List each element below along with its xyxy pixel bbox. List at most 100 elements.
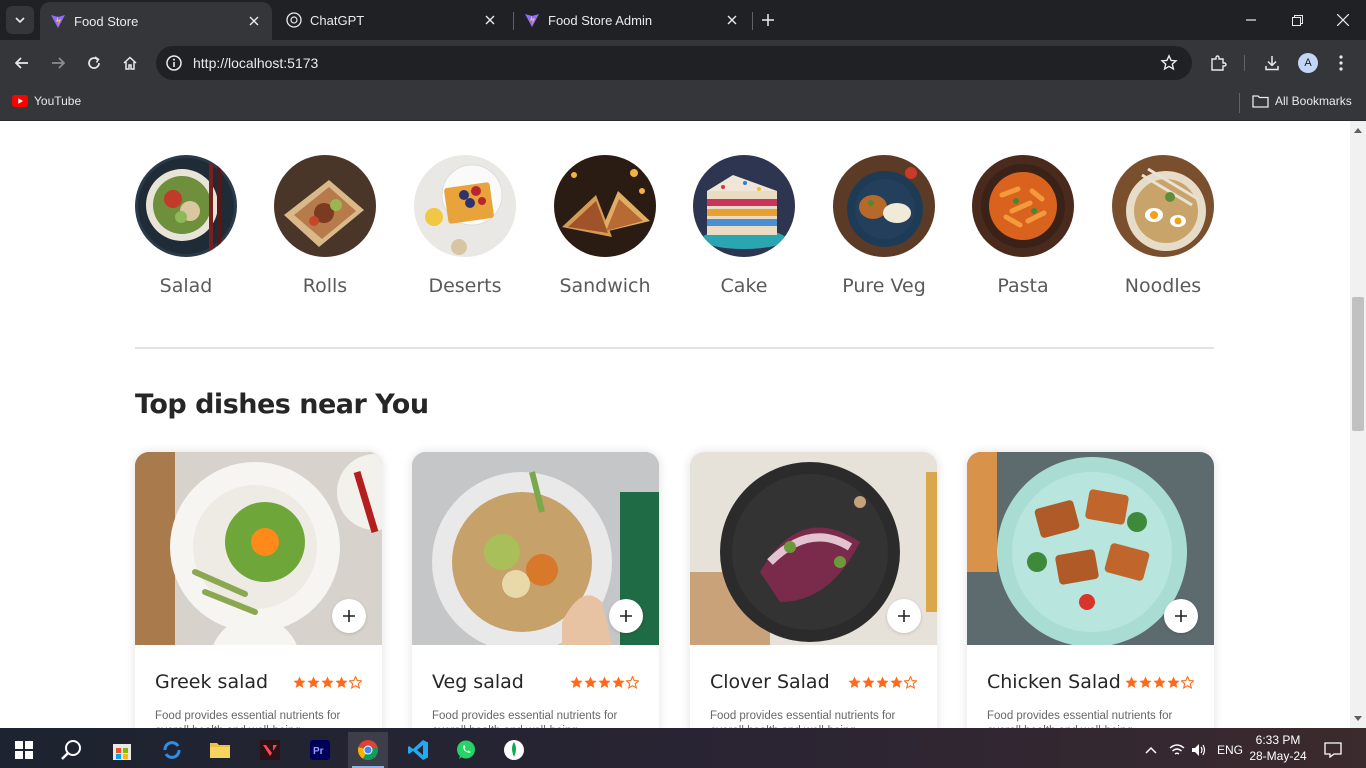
category-image	[833, 155, 935, 257]
add-to-cart-button[interactable]	[609, 599, 643, 633]
category-cake[interactable]: Cake	[693, 155, 795, 297]
category-pure-veg[interactable]: Pure Veg	[833, 155, 935, 297]
vscode-icon	[408, 740, 428, 760]
tab-search-button[interactable]	[6, 6, 34, 34]
star-filled-icon	[307, 676, 320, 688]
chatgpt-icon	[286, 12, 302, 28]
category-deserts[interactable]: Deserts	[414, 155, 516, 297]
minimize-button[interactable]	[1228, 0, 1274, 40]
tab-food-store[interactable]: Food Store	[40, 2, 272, 40]
close-icon[interactable]	[246, 13, 262, 29]
windows-logo-icon	[15, 741, 33, 759]
category-rolls[interactable]: Rolls	[274, 155, 376, 297]
add-to-cart-button[interactable]	[887, 599, 921, 633]
taskbar-clock[interactable]: 6:33 PM 28-May-24	[1248, 732, 1308, 764]
category-name: Pasta	[997, 275, 1049, 297]
taskbar-search-button[interactable]	[52, 732, 92, 768]
taskbar-whatsapp[interactable]	[446, 732, 486, 768]
page-viewport: Salad Rolls Deserts Sandwich Cake Pure V…	[0, 121, 1350, 728]
bookmark-youtube[interactable]: YouTube	[12, 94, 81, 108]
category-sandwich[interactable]: Sandwich	[554, 155, 656, 297]
taskbar-vscode[interactable]	[398, 732, 438, 768]
category-pasta[interactable]: Pasta	[972, 155, 1074, 297]
new-tab-button[interactable]	[758, 10, 778, 30]
wifi-icon	[1169, 744, 1185, 755]
reload-button[interactable]	[82, 51, 106, 75]
dish-card-veg-salad[interactable]: Veg salad Food provides essential nutrie…	[412, 452, 659, 728]
dish-card-clover-salad[interactable]: Clover Salad Food provides essential nut…	[690, 452, 937, 728]
download-icon	[1265, 56, 1279, 71]
site-info-icon[interactable]	[165, 54, 183, 72]
dish-card-greek-salad[interactable]: Greek salad Food provides essential nutr…	[135, 452, 382, 728]
add-to-cart-button[interactable]	[1164, 599, 1198, 633]
taskbar-file-explorer[interactable]	[200, 732, 240, 768]
tab-food-store-admin[interactable]: Food Store Admin	[514, 0, 750, 40]
star-filled-icon	[293, 676, 306, 688]
toolbar-separator	[1244, 55, 1245, 71]
taskbar-sync[interactable]	[152, 732, 192, 768]
forward-button[interactable]	[46, 51, 70, 75]
close-icon[interactable]	[482, 12, 498, 28]
category-salad[interactable]: Salad	[135, 155, 237, 297]
category-noodles[interactable]: Noodles	[1112, 155, 1214, 297]
close-window-button[interactable]	[1320, 0, 1366, 40]
plus-icon	[762, 14, 774, 26]
star-filled-icon	[1167, 676, 1180, 688]
tab-chatgpt[interactable]: ChatGPT	[276, 0, 508, 40]
extensions-button[interactable]	[1207, 52, 1229, 74]
language-label: ENG	[1216, 743, 1243, 757]
network-button[interactable]	[1166, 732, 1188, 768]
volume-button[interactable]	[1188, 732, 1210, 768]
star-filled-icon	[612, 676, 625, 688]
dish-description: Food provides essential nutrients for ov…	[432, 710, 618, 728]
notification-icon	[1324, 742, 1342, 758]
scroll-up-icon[interactable]	[1353, 125, 1363, 135]
browser-menu-button[interactable]	[1330, 52, 1352, 74]
downloads-button[interactable]	[1261, 52, 1283, 74]
star-filled-icon	[848, 676, 861, 688]
dish-name: Chicken Salad	[987, 671, 1121, 693]
notifications-button[interactable]	[1318, 732, 1348, 768]
taskbar-valorant[interactable]	[250, 732, 290, 768]
plus-icon	[1175, 610, 1187, 622]
svg-text:Pr: Pr	[313, 746, 324, 757]
star-empty-icon	[349, 675, 362, 689]
category-name: Noodles	[1124, 275, 1202, 297]
scrollbar-thumb[interactable]	[1352, 297, 1364, 431]
taskbar-chrome[interactable]	[348, 732, 388, 768]
close-icon	[1337, 14, 1349, 26]
search-icon	[61, 740, 81, 760]
all-bookmarks-button[interactable]: All Bookmarks	[1252, 94, 1352, 108]
clock-time: 6:33 PM	[1255, 733, 1301, 747]
url-text[interactable]: http://localhost:5173	[193, 55, 318, 71]
star-filled-icon	[890, 676, 903, 688]
home-button[interactable]	[118, 51, 142, 75]
add-to-cart-button[interactable]	[332, 599, 366, 633]
taskbar-premiere-pro[interactable]: Pr	[300, 732, 340, 768]
address-bar[interactable]: http://localhost:5173	[156, 46, 1192, 80]
category-name: Sandwich	[559, 275, 651, 297]
dish-description: Food provides essential nutrients for ov…	[155, 710, 341, 728]
start-button[interactable]	[4, 732, 44, 768]
taskbar-store[interactable]	[102, 732, 142, 768]
star-empty-icon	[1181, 675, 1194, 689]
star-filled-icon	[876, 676, 889, 688]
language-indicator[interactable]: ENG	[1212, 732, 1248, 768]
close-icon[interactable]	[724, 12, 740, 28]
back-button[interactable]	[10, 51, 34, 75]
dish-image	[412, 452, 659, 645]
section-title: Top dishes near You	[135, 389, 429, 420]
more-vert-icon	[1339, 55, 1343, 71]
category-name: Pure Veg	[842, 275, 926, 297]
dish-card-chicken-salad[interactable]: Chicken Salad Food provides essential nu…	[967, 452, 1214, 728]
show-hidden-icons-button[interactable]	[1140, 732, 1162, 768]
profile-avatar[interactable]: A	[1298, 53, 1318, 73]
taskbar-mongodb-compass[interactable]	[494, 732, 534, 768]
star-filled-icon	[321, 676, 334, 688]
bookmark-star-icon[interactable]	[1160, 54, 1178, 72]
restore-button[interactable]	[1274, 0, 1320, 40]
folder-icon	[1252, 95, 1269, 108]
category-image	[274, 155, 376, 257]
rating-stars	[848, 675, 917, 689]
scroll-down-icon[interactable]	[1353, 714, 1363, 724]
